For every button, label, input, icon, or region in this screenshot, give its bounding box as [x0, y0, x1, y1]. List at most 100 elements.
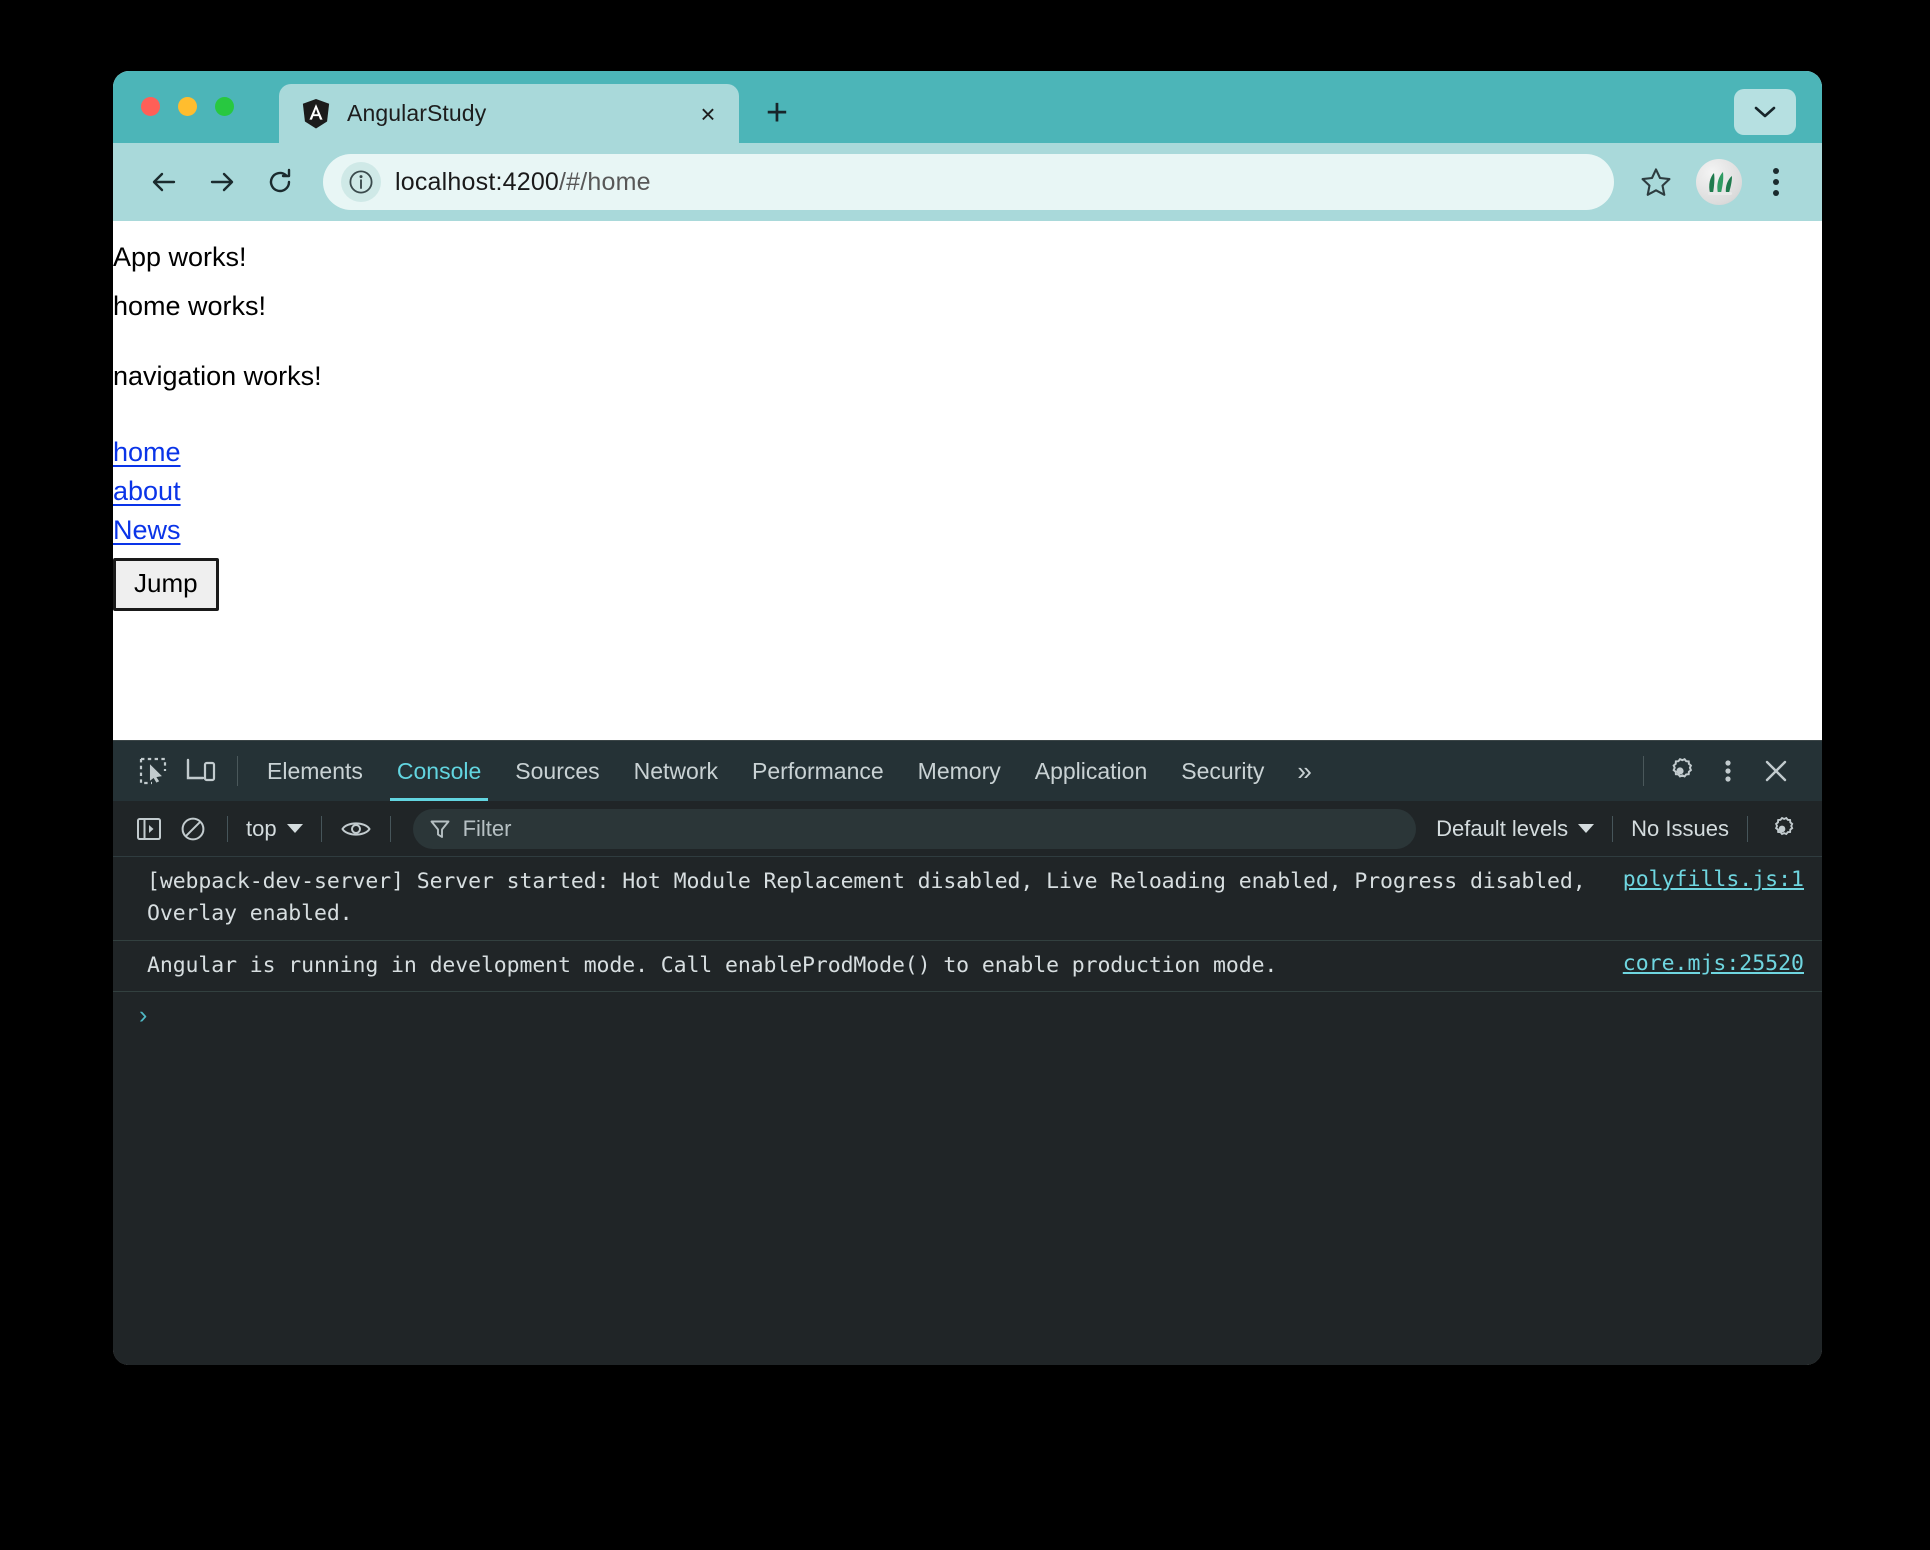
devtools-tab-memory[interactable]: Memory [901, 741, 1018, 801]
divider [320, 815, 322, 842]
bookmark-button[interactable] [1630, 156, 1682, 208]
url-path: /#/home [559, 167, 651, 196]
console-context-selector[interactable]: top [240, 816, 309, 842]
divider [1747, 815, 1748, 842]
console-message-text: Angular is running in development mode. … [147, 952, 1278, 978]
navigation-works-text: navigation works! [113, 361, 322, 391]
tab-close-icon[interactable]: × [695, 101, 721, 127]
inspect-element-icon [139, 757, 167, 785]
reload-button[interactable] [251, 153, 309, 211]
devtools-tab-sources[interactable]: Sources [498, 741, 616, 801]
console-message-text: [webpack-dev-server] Server started: Hot… [147, 869, 1599, 927]
angular-logo-icon [302, 98, 330, 129]
filter-funnel-icon [430, 820, 450, 838]
devtools-more-options-button[interactable] [1704, 747, 1752, 795]
home-works-text: home works! [113, 291, 267, 321]
live-expression-eye-icon [340, 821, 371, 836]
console-settings-button[interactable] [1760, 807, 1804, 851]
console-input-prompt[interactable]: › [113, 992, 1822, 1039]
address-bar-url: localhost:4200/#/home [395, 168, 651, 197]
navigation-links: home about News Jump [113, 433, 1822, 611]
info-circle-icon [349, 170, 373, 194]
console-message-source-link[interactable]: polyfills.js:1 [1623, 866, 1804, 892]
chevron-down-icon [286, 824, 303, 833]
console-message-list[interactable]: [webpack-dev-server] Server started: Hot… [113, 857, 1822, 1365]
page-viewport: App works! home works! navigation works!… [113, 221, 1822, 740]
app-works-text: App works! [113, 242, 247, 272]
page-content: App works! home works! navigation works!… [113, 244, 1822, 611]
tab-search-chevron-down-icon[interactable] [1734, 89, 1796, 135]
divider [1612, 815, 1614, 842]
gear-icon [1774, 816, 1794, 835]
window-traffic-lights [141, 97, 234, 116]
site-info-icon[interactable] [341, 162, 381, 202]
nav-link-news[interactable]: News [113, 511, 181, 550]
nav-link-about[interactable]: about [113, 472, 181, 511]
console-filter-placeholder: Filter [462, 815, 512, 841]
console-message-row: [webpack-dev-server] Server started: Hot… [113, 857, 1822, 941]
device-toolbar-button[interactable] [177, 747, 225, 795]
browser-titlebar: AngularStudy × + [113, 71, 1822, 143]
devtools-settings-button[interactable] [1656, 747, 1704, 795]
address-bar[interactable]: localhost:4200/#/home [323, 154, 1614, 210]
clear-console-icon [181, 817, 205, 840]
devtools-tabbar-actions [1631, 747, 1822, 795]
reload-icon [269, 168, 291, 193]
browser-menu-button[interactable] [1752, 155, 1800, 209]
console-message-source-link[interactable]: core.mjs:25520 [1623, 950, 1804, 976]
console-message-row: Angular is running in development mode. … [113, 941, 1822, 992]
forward-button[interactable] [193, 153, 251, 211]
window-close-button[interactable] [141, 97, 160, 116]
console-filter-input[interactable]: Filter [412, 808, 1417, 849]
console-log-levels-label: Default levels [1436, 815, 1569, 841]
gear-icon [1672, 757, 1693, 778]
devtools-tabbar: Elements Console Sources Network Perform… [113, 741, 1822, 801]
clear-console-button[interactable] [171, 807, 215, 851]
tab-strip: AngularStudy × + [279, 71, 803, 143]
star-icon [1641, 168, 1671, 196]
devtools-more-tabs-button[interactable]: » [1281, 741, 1327, 801]
browser-window: AngularStudy × + localhost:4200/#/home A… [113, 71, 1822, 1365]
devtools-tab-elements[interactable]: Elements [250, 741, 380, 801]
divider [227, 815, 228, 842]
nav-link-home[interactable]: home [113, 433, 181, 472]
window-minimize-button[interactable] [178, 97, 197, 116]
device-toolbar-icon [186, 758, 216, 782]
devtools-tab-network[interactable]: Network [617, 741, 735, 801]
console-toolbar: top Filter Default levels No Issues [113, 801, 1822, 857]
new-tab-button[interactable]: + [751, 87, 803, 139]
console-context-label: top [246, 815, 277, 841]
back-button[interactable] [135, 153, 193, 211]
jump-button[interactable]: Jump [113, 557, 219, 611]
chevron-down-icon [1754, 106, 1776, 118]
browser-navigation-toolbar: localhost:4200/#/home [113, 143, 1822, 221]
console-sidebar-icon [137, 817, 161, 840]
console-log-levels-selector[interactable]: Default levels [1430, 816, 1600, 842]
devtools-panel: Elements Console Sources Network Perform… [113, 740, 1822, 1365]
close-icon [1765, 760, 1787, 782]
console-sidebar-toggle-button[interactable] [127, 807, 171, 851]
window-maximize-button[interactable] [215, 97, 234, 116]
browser-tab-angularstudy[interactable]: AngularStudy × [279, 84, 739, 143]
live-expression-button[interactable] [334, 807, 378, 851]
kebab-menu-icon [1773, 168, 1779, 174]
profile-avatar[interactable] [1696, 159, 1742, 205]
devtools-tab-security[interactable]: Security [1164, 741, 1281, 801]
console-prompt-caret-icon: › [139, 1000, 148, 1029]
arrow-right-icon [210, 172, 234, 192]
divider [389, 815, 391, 842]
inspect-element-button[interactable] [129, 747, 177, 795]
plant-avatar-icon [1708, 172, 1732, 195]
divider [1643, 756, 1644, 786]
kebab-dot [1773, 179, 1779, 185]
divider [237, 756, 238, 786]
chevron-down-icon [1578, 824, 1595, 833]
issues-status-button[interactable]: No Issues [1625, 816, 1735, 842]
browser-tab-title: AngularStudy [347, 100, 487, 126]
devtools-close-button[interactable] [1752, 747, 1800, 795]
devtools-tab-performance[interactable]: Performance [735, 741, 901, 801]
url-host: localhost:4200 [395, 167, 560, 196]
devtools-tab-application[interactable]: Application [1018, 741, 1165, 801]
devtools-tab-console[interactable]: Console [380, 741, 498, 801]
arrow-left-icon [152, 172, 176, 192]
